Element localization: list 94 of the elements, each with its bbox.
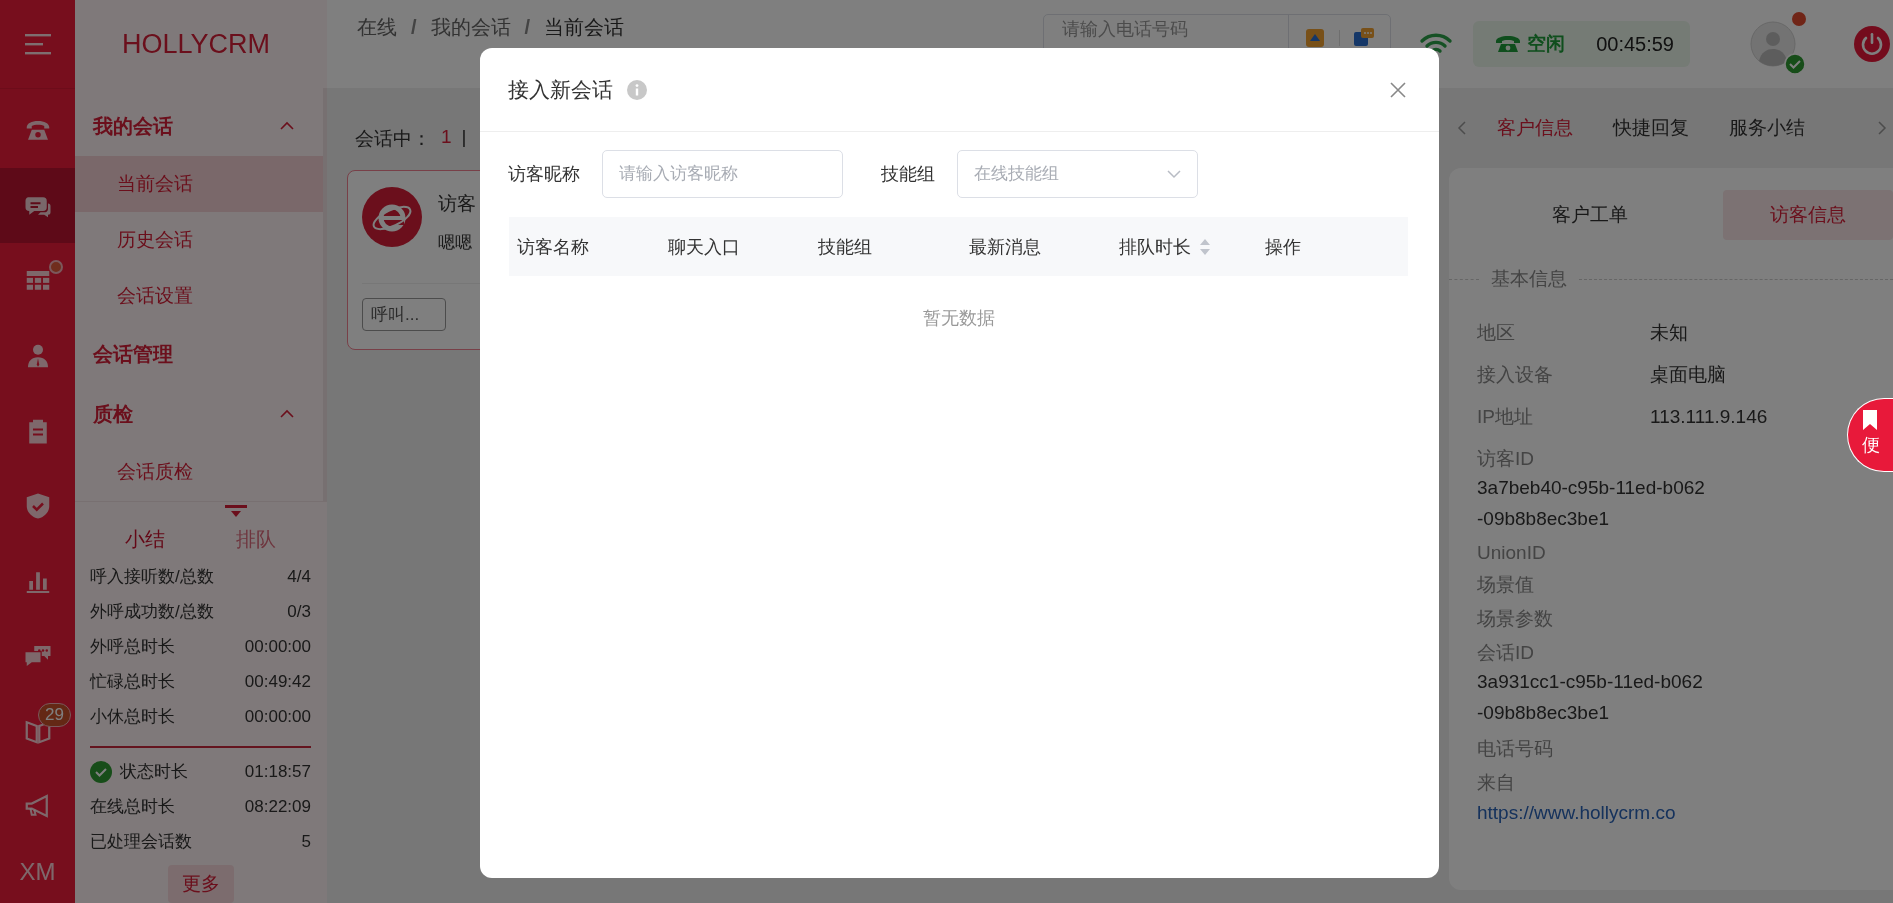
session-count: 1	[441, 126, 452, 149]
menu-group-title[interactable]: 我的会话	[93, 112, 173, 140]
column-header[interactable]: 排队时长	[1119, 234, 1192, 259]
rail-item[interactable]: XM	[0, 843, 75, 901]
column-header: 聊天入口	[667, 235, 740, 259]
field-label: IP地址	[1477, 405, 1534, 429]
browser-icon	[362, 187, 422, 247]
chevron-down-icon	[1166, 169, 1182, 179]
source-link[interactable]: https://www.hollycrm.co	[1477, 802, 1676, 824]
sub-tab[interactable]: 访客信息	[1723, 190, 1893, 240]
sort-icon[interactable]	[1199, 237, 1212, 256]
field-label: 地区	[1477, 321, 1516, 345]
chevron-left-icon[interactable]	[1457, 120, 1467, 136]
menu-group-title[interactable]: 会话管理	[93, 340, 173, 368]
dial-icon[interactable]	[1303, 26, 1327, 50]
stat-value: 00:00:00	[244, 636, 311, 657]
phone-icon	[1495, 34, 1521, 54]
column-header: 技能组	[818, 235, 873, 259]
dialog-title: 接入新会话	[508, 76, 613, 103]
breadcrumb-item[interactable]: 在线	[357, 14, 397, 41]
column-header: 最新消息	[968, 235, 1041, 259]
stat-label: 已处理会话数	[90, 831, 192, 853]
nickname-field[interactable]: 请输入访客昵称	[602, 150, 843, 198]
column-header: 访客名称	[517, 235, 589, 259]
panel-tab[interactable]: 客户信息	[1497, 115, 1573, 141]
field-value: 3a7beb40-c95b-11ed-b062-09b8b8ec3be1	[1477, 476, 1705, 531]
stat-value: 00:49:42	[244, 671, 311, 692]
field-value: 113.111.9.146	[1650, 406, 1768, 428]
check-circle-icon	[90, 760, 112, 783]
stat-label: 外呼成功数/总数	[90, 601, 214, 623]
section-title: 基本信息	[1490, 267, 1568, 291]
stat-label: 小休总时长	[90, 706, 175, 728]
stat-label: 忙碌总时长	[90, 671, 175, 693]
bookmark-icon	[1862, 409, 1878, 431]
panel-tab[interactable]: 服务小结	[1729, 115, 1805, 141]
breadcrumb-item[interactable]: 我的会话	[430, 14, 511, 41]
sub-tab[interactable]: 客户工单	[1505, 190, 1675, 240]
empty-message: 暂无数据	[921, 307, 996, 330]
count-badge: 29	[38, 703, 71, 727]
power-icon[interactable]	[1854, 26, 1890, 62]
menu-item[interactable]: 当前会话	[75, 156, 323, 212]
panel-tab[interactable]: 小结	[90, 525, 201, 553]
avatar-icon[interactable]	[1750, 21, 1796, 67]
stat-value: 00:00:00	[244, 706, 311, 727]
rail-item[interactable]	[0, 168, 75, 243]
field-label: 访客昵称	[508, 163, 580, 186]
menu-icon[interactable]	[22, 32, 53, 56]
info-icon	[627, 79, 647, 100]
stat-value: 0/3	[287, 601, 311, 622]
menu-item[interactable]: 会话设置	[75, 268, 323, 324]
stat-label: 状态时长	[120, 761, 188, 783]
field-value: 桌面电脑	[1650, 363, 1726, 387]
stat-value: 5	[301, 831, 311, 852]
menu-item[interactable]: 会话质检	[75, 444, 323, 500]
field-label: 来自	[1477, 772, 1515, 793]
stat-label: 外呼总时长	[90, 636, 175, 658]
field-value: 未知	[1650, 321, 1688, 345]
menu-group-title[interactable]: 质检	[93, 400, 133, 428]
field-label: 技能组	[881, 163, 935, 186]
panel-tab[interactable]: 排队	[200, 525, 311, 553]
field-label: 访客ID	[1477, 448, 1534, 469]
close-icon[interactable]	[1389, 80, 1407, 99]
field-label: 场景值	[1477, 574, 1534, 595]
action-button[interactable]: 呼叫...	[362, 298, 446, 331]
breadcrumb-separator: /	[524, 16, 531, 39]
skill-group-select[interactable]: 在线技能组	[957, 150, 1198, 198]
message-preview: 嗯嗯	[438, 232, 473, 254]
field-label: UnionID	[1477, 542, 1546, 563]
count-separator: |	[461, 126, 467, 149]
status-timer: 00:45:59	[1596, 32, 1674, 56]
stat-value: 01:18:57	[244, 761, 311, 782]
more-button[interactable]: 更多	[167, 865, 234, 903]
stat-value: 4/4	[287, 566, 311, 587]
panel-tab[interactable]: 快捷回复	[1613, 115, 1689, 141]
collapse-handle-icon[interactable]	[224, 505, 247, 519]
app-logo: HOLLYCRM	[122, 28, 271, 60]
status-label: 空闲	[1527, 32, 1565, 56]
stat-label: 在线总时长	[90, 796, 175, 818]
rail-item[interactable]: 29	[0, 693, 75, 768]
status-label: 会话中：	[355, 127, 431, 151]
breadcrumb-item: 当前会话	[544, 15, 625, 40]
visitor-name: 访客	[438, 192, 476, 216]
field-label: 电话号码	[1477, 738, 1553, 759]
stat-label: 呼入接听数/总数	[90, 566, 214, 588]
field-label: 会话ID	[1477, 642, 1534, 663]
field-label: 场景参数	[1477, 608, 1553, 629]
menu-item[interactable]: 历史会话	[75, 212, 323, 268]
chevron-right-icon[interactable]	[1877, 120, 1887, 136]
stat-value: 08:22:09	[244, 796, 311, 817]
field-value: 3a931cc1-c95b-11ed-b062-09b8b8ec3be1	[1477, 670, 1704, 725]
column-header: 操作	[1265, 235, 1302, 259]
agent-status[interactable]: 空闲 00:45:59	[1473, 21, 1690, 67]
breadcrumb-separator: /	[411, 16, 417, 39]
field-label: 接入设备	[1477, 363, 1554, 387]
